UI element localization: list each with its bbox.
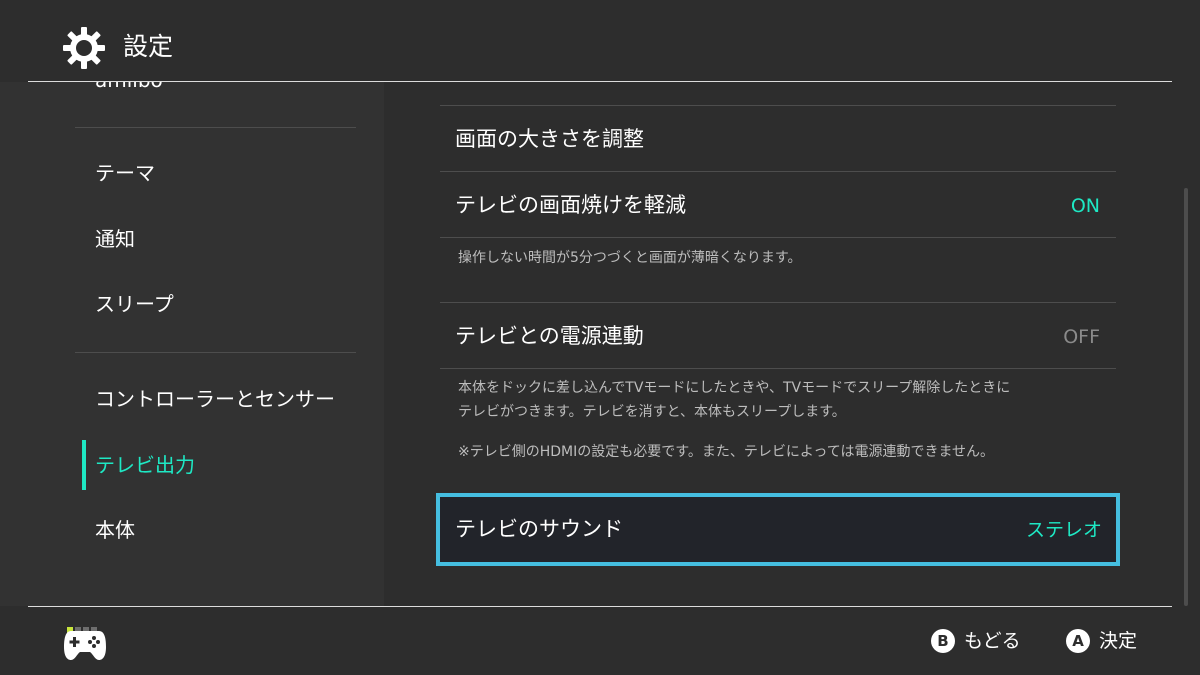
setting-note: ※テレビ側のHDMIの設定も必要です。また、テレビによっては電源連動できません。	[458, 444, 995, 460]
setting-description: テレビがつきます。テレビを消すと、本体もスリープします。	[458, 404, 846, 420]
setting-value-on: ON	[1070, 195, 1100, 217]
back-label: もどる	[964, 630, 1021, 652]
back-button[interactable]: B もどる	[931, 627, 1021, 655]
confirm-label: 決定	[1099, 630, 1138, 652]
footer: B もどる A 決定	[0, 607, 1200, 675]
sidebar-item-system[interactable]: 本体	[95, 516, 135, 544]
sidebar[interactable]: amiibo テーマ 通知 スリープ コントローラーとセンサー テレビ出力 本体	[0, 82, 384, 606]
sidebar-item-controllers[interactable]: コントローラーとセンサー	[95, 385, 335, 413]
setting-value-off: OFF	[1063, 326, 1100, 348]
a-button-icon: A	[1066, 629, 1090, 653]
setting-label: テレビのサウンド	[455, 517, 623, 541]
setting-screen-size[interactable]: 画面の大きさを調整	[440, 106, 1116, 172]
sidebar-item-notifications[interactable]: 通知	[95, 225, 135, 253]
setting-tv-sound[interactable]: テレビのサウンド ステレオ	[436, 493, 1120, 566]
scrollbar[interactable]	[1184, 188, 1188, 606]
setting-tv-power-link[interactable]: テレビとの電源連動 OFF	[440, 303, 1116, 369]
setting-label: テレビとの電源連動	[455, 324, 644, 348]
setting-description: 本体をドックに差し込んでTVモードにしたときや、TVモードでスリープ解除したとき…	[458, 380, 1011, 396]
sidebar-item-amiibo[interactable]: amiibo	[95, 82, 163, 94]
confirm-button[interactable]: A 決定	[1066, 627, 1137, 655]
setting-label: テレビの画面焼けを軽減	[455, 193, 686, 217]
setting-burn-in-reduction[interactable]: テレビの画面焼けを軽減 ON	[440, 172, 1116, 238]
page-title: 設定	[123, 32, 174, 61]
b-button-icon: B	[931, 629, 955, 653]
sidebar-divider	[75, 127, 356, 128]
sidebar-divider	[75, 352, 356, 353]
settings-panel: 画面の大きさを調整 テレビの画面焼けを軽減 ON 操作しない時間が5分つづくと画…	[384, 82, 1200, 606]
gear-icon	[63, 27, 105, 69]
setting-value: ステレオ	[1025, 519, 1102, 541]
sidebar-item-tv-output[interactable]: テレビ出力	[95, 451, 195, 479]
setting-label: 画面の大きさを調整	[455, 127, 644, 151]
setting-description: 操作しない時間が5分つづくと画面が薄暗くなります。	[458, 250, 802, 266]
header: 設定	[0, 0, 1200, 82]
sidebar-item-theme[interactable]: テーマ	[95, 159, 155, 187]
sidebar-item-sleep[interactable]: スリープ	[95, 290, 174, 318]
active-indicator	[82, 440, 86, 490]
controller-icon	[64, 631, 106, 660]
